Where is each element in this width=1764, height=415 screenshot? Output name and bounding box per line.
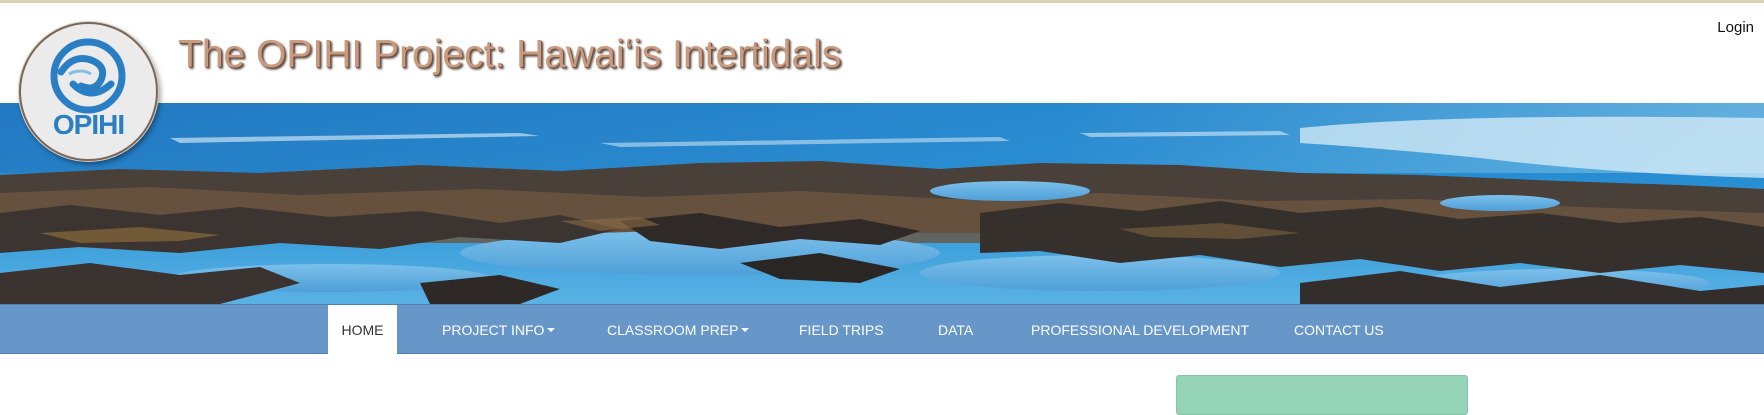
nav-item-label: PROJECT INFO xyxy=(442,322,545,338)
header-banner-image xyxy=(0,103,1764,304)
nav-item-home[interactable]: HOME xyxy=(328,305,397,355)
nav-item-label: CLASSROOM PREP xyxy=(607,322,739,338)
nav-item-label: CONTACT US xyxy=(1294,322,1384,338)
nav-item-contact-us[interactable]: CONTACT US xyxy=(1294,305,1384,355)
main-navigation: HOME PROJECT INFO CLASSROOM PREP FIELD T… xyxy=(0,304,1764,355)
login-link[interactable]: Login xyxy=(1717,19,1754,36)
nav-item-label: PROFESSIONAL DEVELOPMENT xyxy=(1031,322,1250,338)
site-header: The OPIHI Project: Hawaiʻis Intertidals … xyxy=(0,3,1764,103)
nav-item-classroom-prep[interactable]: CLASSROOM PREP xyxy=(607,305,750,355)
shoreline-photo xyxy=(0,103,1764,304)
opihi-logo[interactable]: OPIHI xyxy=(19,22,158,161)
nav-item-field-trips[interactable]: FIELD TRIPS xyxy=(799,305,884,355)
nav-item-label: DATA xyxy=(938,322,974,338)
caret-down-icon xyxy=(547,328,556,332)
nav-item-data[interactable]: DATA xyxy=(938,305,973,355)
sidebar-notice-box xyxy=(1176,375,1468,415)
main-content xyxy=(0,354,1764,415)
caret-down-icon xyxy=(741,328,750,332)
nav-item-project-info[interactable]: PROJECT INFO xyxy=(442,305,556,355)
site-title: The OPIHI Project: Hawaiʻis Intertidals xyxy=(178,33,842,76)
nav-item-label: HOME xyxy=(341,322,384,338)
nav-item-label: FIELD TRIPS xyxy=(799,322,884,338)
logo-wordmark: OPIHI xyxy=(52,109,125,140)
nav-item-professional-development[interactable]: PROFESSIONAL DEVELOPMENT xyxy=(1031,305,1249,355)
